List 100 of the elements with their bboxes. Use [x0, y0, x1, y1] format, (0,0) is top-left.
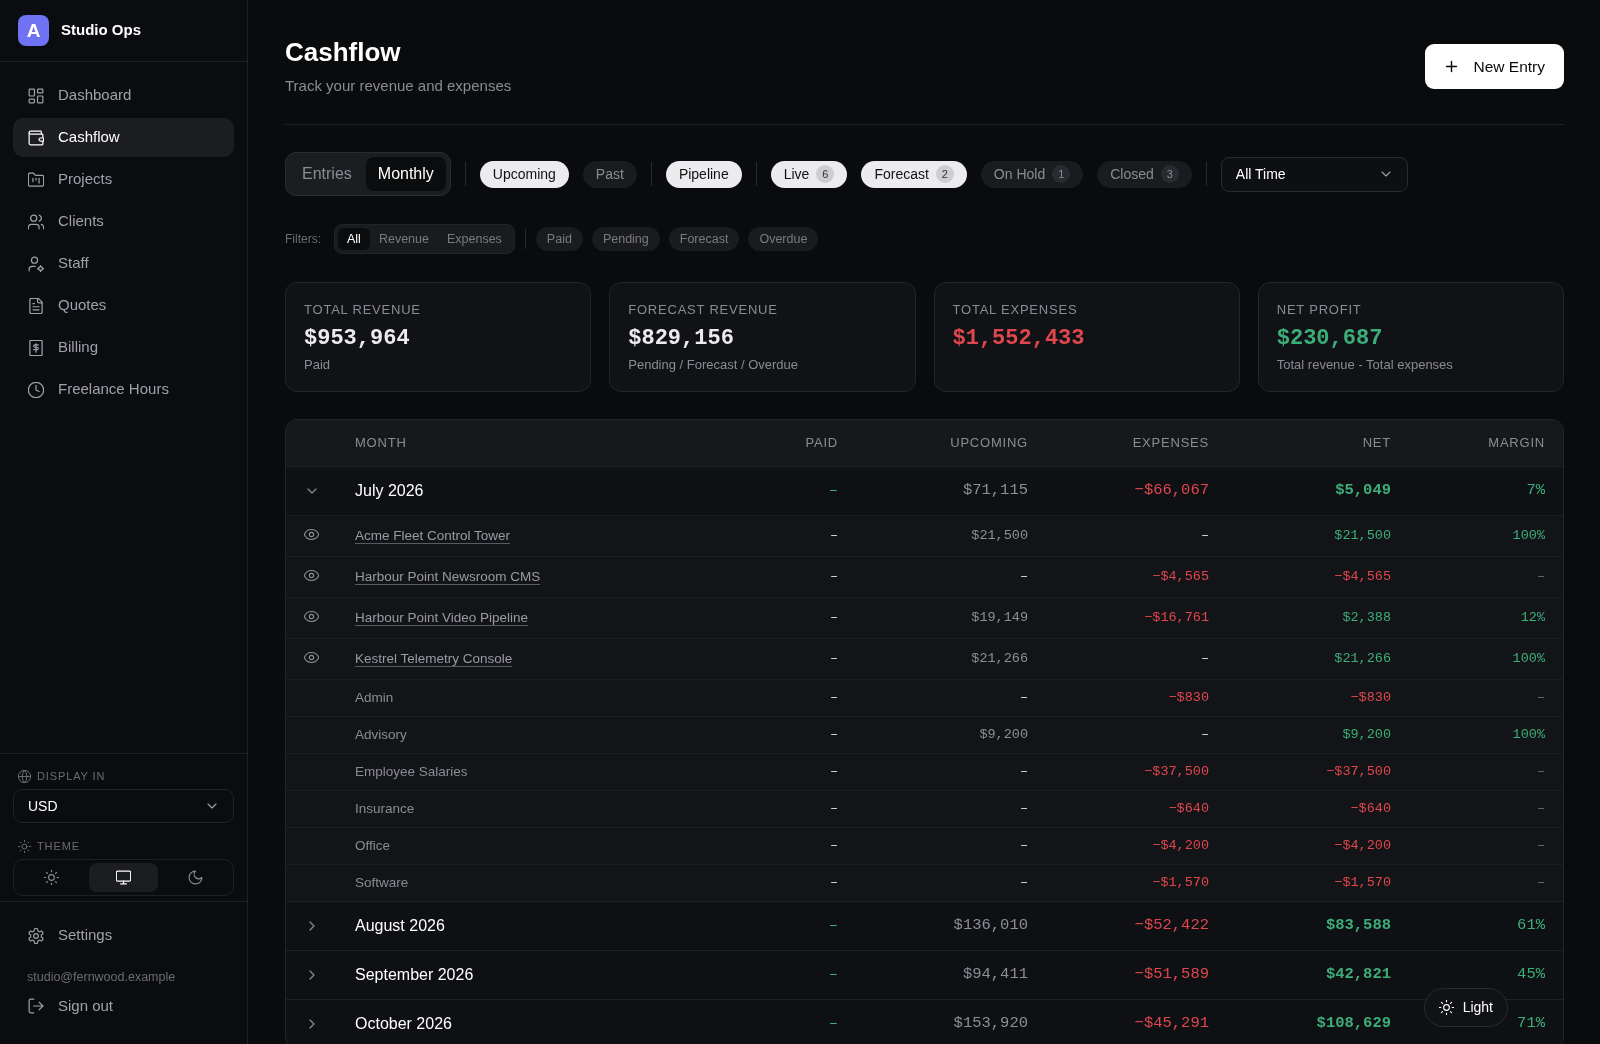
table-cell-text: 100%	[1512, 725, 1545, 744]
nav-item[interactable]: Billing	[13, 328, 234, 367]
table-cell-text: $153,920	[953, 1013, 1028, 1035]
app-logo: A	[18, 15, 49, 46]
table-cell-text: –	[1019, 799, 1028, 818]
table-cell-text: –	[1200, 725, 1209, 744]
status-pill[interactable]: Paid	[535, 227, 583, 251]
theme-option[interactable]	[89, 863, 158, 892]
card-note: Pending / Forecast / Overdue	[628, 356, 799, 374]
table-cell-text: $42,821	[1325, 964, 1391, 986]
folder-icon	[28, 171, 44, 188]
table-cell-text: −$16,761	[1144, 608, 1209, 627]
card-note: Total revenue - Total expenses	[1276, 356, 1453, 374]
plus-icon	[1443, 59, 1459, 74]
currency-select[interactable]: USD	[13, 789, 234, 823]
project-link[interactable]: Harbour Point Newsroom CMS	[355, 566, 541, 588]
nav-item[interactable]: Projects	[13, 160, 234, 199]
table-cell-text: $9,200	[1342, 725, 1391, 744]
table-cell-text: –	[829, 526, 838, 545]
type-tab[interactable]: Expenses	[437, 228, 511, 250]
filter-pill[interactable]: Live 6	[770, 160, 848, 188]
sun-icon	[44, 870, 59, 885]
globe-icon	[18, 769, 31, 783]
sign-out-link[interactable]: Sign out	[13, 991, 234, 1021]
period-select[interactable]: All Time	[1220, 156, 1408, 192]
table-cell-text: –	[1536, 873, 1545, 892]
month-name: October 2026	[355, 1014, 452, 1034]
type-tab[interactable]: Revenue	[369, 228, 438, 250]
table-cell-text: –	[1019, 762, 1028, 781]
nav-item[interactable]: Quotes	[13, 286, 234, 325]
count-badge: 6	[816, 165, 835, 183]
category-name: Admin	[355, 688, 394, 707]
filter-pill[interactable]: Pipeline	[665, 160, 742, 188]
table-cell-text: −$51,589	[1134, 964, 1209, 986]
wallet-icon	[28, 129, 44, 146]
page-subtitle: Track your revenue and expenses	[285, 76, 512, 96]
sun-icon	[1438, 1000, 1454, 1015]
settings-link[interactable]: Settings	[13, 916, 234, 955]
card-value: $953,964	[304, 325, 410, 353]
table-cell-text: −$4,200	[1152, 836, 1209, 855]
table-cell-text: −$52,422	[1134, 915, 1209, 937]
view-tab[interactable]: Monthly	[365, 157, 446, 191]
card-value: $230,687	[1276, 325, 1383, 353]
project-link[interactable]: Kestrel Telemetry Console	[355, 648, 513, 670]
table-cell-text: −$830	[1168, 688, 1209, 707]
eye-icon[interactable]	[304, 650, 319, 665]
count-badge: 3	[1160, 165, 1179, 183]
new-entry-button[interactable]: New Entry	[1424, 44, 1564, 89]
status-pill[interactable]: Forecast	[668, 227, 740, 251]
status-pill[interactable]: Overdue	[748, 227, 819, 251]
table-cell-text: –	[829, 567, 838, 586]
status-pill[interactable]: Pending	[591, 227, 660, 251]
dollar-receipt-icon	[28, 339, 44, 356]
table-cell-text: –	[1019, 688, 1028, 707]
table-cell-text: $108,629	[1316, 1013, 1391, 1035]
category-name: Employee Salaries	[355, 762, 468, 781]
eye-icon[interactable]	[304, 568, 319, 583]
table-cell-text: –	[828, 915, 838, 937]
section-label: DISPLAY IN	[37, 768, 106, 784]
table-cell-text: $21,500	[971, 526, 1028, 545]
month-name: September 2026	[355, 965, 474, 985]
table-cell-text: $21,500	[1334, 526, 1391, 545]
filter-pill[interactable]: Closed 3	[1097, 160, 1192, 188]
nav-item[interactable]: Dashboard	[13, 76, 234, 115]
table-cell-text: –	[828, 480, 838, 502]
table-cell-text: $5,049	[1335, 480, 1391, 502]
table-cell-text: −$1,570	[1334, 873, 1391, 892]
users-icon	[28, 213, 44, 230]
month-name: July 2026	[355, 481, 424, 501]
column-header: UPCOMING	[950, 434, 1028, 453]
nav-item[interactable]: Staff	[13, 244, 234, 283]
project-link[interactable]: Harbour Point Video Pipeline	[355, 607, 529, 629]
filter-pill[interactable]: On Hold 1	[980, 160, 1084, 188]
table-cell-text: –	[1019, 873, 1028, 892]
sign-out-icon	[28, 998, 44, 1014]
filter-pill[interactable]: Upcoming	[479, 160, 569, 188]
nav-item[interactable]: Cashflow	[13, 118, 234, 157]
eye-icon[interactable]	[304, 609, 319, 624]
project-link[interactable]: Acme Fleet Control Tower	[355, 525, 511, 547]
type-tab[interactable]: All	[338, 228, 370, 250]
filter-pill[interactable]: Forecast 2	[861, 160, 967, 188]
card-value: $1,552,433	[952, 325, 1085, 353]
section-label: THEME	[37, 838, 80, 854]
nav-item[interactable]: Freelance Hours	[13, 370, 234, 409]
nav-item[interactable]: Clients	[13, 202, 234, 241]
table-cell-text: –	[1019, 567, 1028, 586]
table-cell-text: 7%	[1526, 480, 1545, 502]
eye-icon[interactable]	[304, 527, 319, 542]
count-badge: 2	[935, 165, 954, 183]
table-cell-text: –	[829, 762, 838, 781]
category-name: Office	[355, 836, 390, 855]
user-gear-icon	[28, 255, 44, 272]
table-cell-text: $9,200	[979, 725, 1028, 744]
dashboard-grid-icon	[28, 87, 44, 104]
clock-icon	[28, 381, 44, 398]
table-cell-text: –	[829, 725, 838, 744]
column-header: PAID	[805, 434, 838, 453]
filter-pill[interactable]: Past	[582, 160, 637, 188]
view-tab[interactable]: Entries	[290, 157, 364, 191]
table-cell-text: $94,411	[962, 964, 1028, 986]
